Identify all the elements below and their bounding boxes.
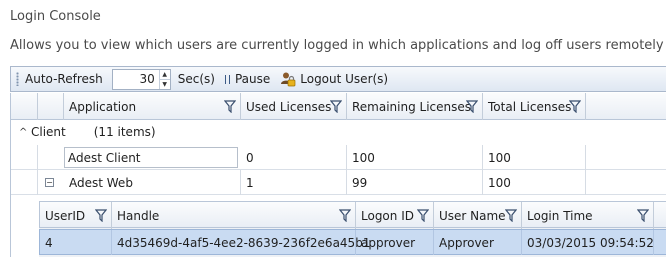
filter-icon[interactable] xyxy=(95,209,107,222)
column-login-time-label: Login Time xyxy=(527,208,593,223)
page-title: Login Console xyxy=(10,9,101,24)
table-row[interactable]: Adest Client 0 100 100 xyxy=(11,145,666,170)
refresh-interval-stepper[interactable]: ▲ ▼ xyxy=(111,68,171,90)
column-total-licenses-label: Total Licenses xyxy=(488,99,572,114)
application-cell: Adest Client xyxy=(68,150,141,165)
remaining-licenses-cell: 99 xyxy=(347,170,483,195)
column-user-name[interactable]: User Name xyxy=(434,202,522,229)
application-edit-field[interactable]: Adest Client xyxy=(64,147,238,168)
column-user-name-label: User Name xyxy=(439,208,506,223)
table-row[interactable]: − Adest Web 1 99 100 xyxy=(11,170,666,195)
spin-down-icon[interactable]: ▼ xyxy=(160,80,170,89)
table-row[interactable]: 4 4d35469d-4af5-4ee2-8639-236f2e6a45b1 a… xyxy=(39,229,666,255)
handle-cell: 4d35469d-4af5-4ee2-8639-236f2e6a45b1 xyxy=(112,230,370,255)
detail-header: UserID Handle Logon ID User Name Login T… xyxy=(39,201,666,229)
detail-grid: UserID Handle Logon ID User Name Login T… xyxy=(39,201,666,257)
collapse-caret-icon[interactable]: ^ xyxy=(19,127,31,138)
pause-button[interactable]: Pause xyxy=(224,72,271,86)
row-expander-icon[interactable]: − xyxy=(45,178,54,187)
column-total-licenses[interactable]: Total Licenses xyxy=(483,93,586,120)
filter-icon[interactable] xyxy=(569,100,581,113)
applications-grid: Application Used Licenses Remaining Lice… xyxy=(10,93,666,257)
used-licenses-cell: 0 xyxy=(241,145,347,170)
column-userid[interactable]: UserID xyxy=(40,202,112,229)
filter-icon[interactable] xyxy=(224,100,236,113)
seconds-label: Sec(s) xyxy=(177,72,215,86)
column-userid-label: UserID xyxy=(45,208,86,223)
logon-id-cell: approver xyxy=(356,230,434,255)
toolbar: Auto-Refresh ▲ ▼ Sec(s) Pause Logout Use… xyxy=(10,66,666,92)
refresh-interval-input[interactable] xyxy=(112,69,159,89)
filter-icon[interactable] xyxy=(505,209,517,222)
column-handle-label: Handle xyxy=(117,208,160,223)
column-logon-id-label: Logon ID xyxy=(361,208,414,223)
header-spacer xyxy=(11,93,38,120)
filter-icon[interactable] xyxy=(466,100,478,113)
column-application-label: Application xyxy=(69,99,137,114)
filter-icon[interactable] xyxy=(417,209,429,222)
user-lock-icon xyxy=(281,72,296,87)
column-handle[interactable]: Handle xyxy=(112,202,356,229)
group-count: (11 items) xyxy=(93,125,156,139)
column-remaining-licenses-label: Remaining Licenses xyxy=(352,99,472,114)
column-logon-id[interactable]: Logon ID xyxy=(356,202,434,229)
grid-header: Application Used Licenses Remaining Lice… xyxy=(11,93,666,120)
logout-users-label: Logout User(s) xyxy=(300,72,389,86)
auto-refresh-label: Auto-Refresh xyxy=(25,72,103,86)
row-indent xyxy=(11,170,38,195)
column-remaining-licenses[interactable]: Remaining Licenses xyxy=(347,93,483,120)
column-used-licenses-label: Used Licenses xyxy=(246,99,332,114)
column-used-licenses[interactable]: Used Licenses xyxy=(241,93,347,120)
group-row-client[interactable]: ^ Client (11 items) xyxy=(11,120,666,144)
userid-cell: 4 xyxy=(40,230,112,255)
login-time-cell: 03/03/2015 09:54:52 xyxy=(522,230,654,255)
toolbar-grip-icon[interactable] xyxy=(16,72,19,86)
column-application[interactable]: Application xyxy=(64,93,241,120)
header-expand-spacer xyxy=(38,93,64,120)
pause-icon xyxy=(224,74,230,84)
filter-icon[interactable] xyxy=(637,209,649,222)
used-licenses-cell: 1 xyxy=(241,170,347,195)
total-licenses-cell: 100 xyxy=(483,145,586,170)
page-description: Allows you to view which users are curre… xyxy=(10,38,664,53)
pause-label: Pause xyxy=(234,72,271,86)
group-name: Client xyxy=(31,125,66,139)
application-cell: Adest Web xyxy=(64,170,241,195)
filter-icon[interactable] xyxy=(339,209,351,222)
filter-icon[interactable] xyxy=(330,100,342,113)
spin-up-icon[interactable]: ▲ xyxy=(159,70,170,80)
column-login-time[interactable]: Login Time xyxy=(522,202,654,229)
logout-users-button[interactable]: Logout User(s) xyxy=(280,71,388,87)
row-indent xyxy=(11,145,38,170)
remaining-licenses-cell: 100 xyxy=(347,145,483,170)
user-name-cell: Approver xyxy=(434,230,522,255)
total-licenses-cell: 100 xyxy=(483,170,586,195)
